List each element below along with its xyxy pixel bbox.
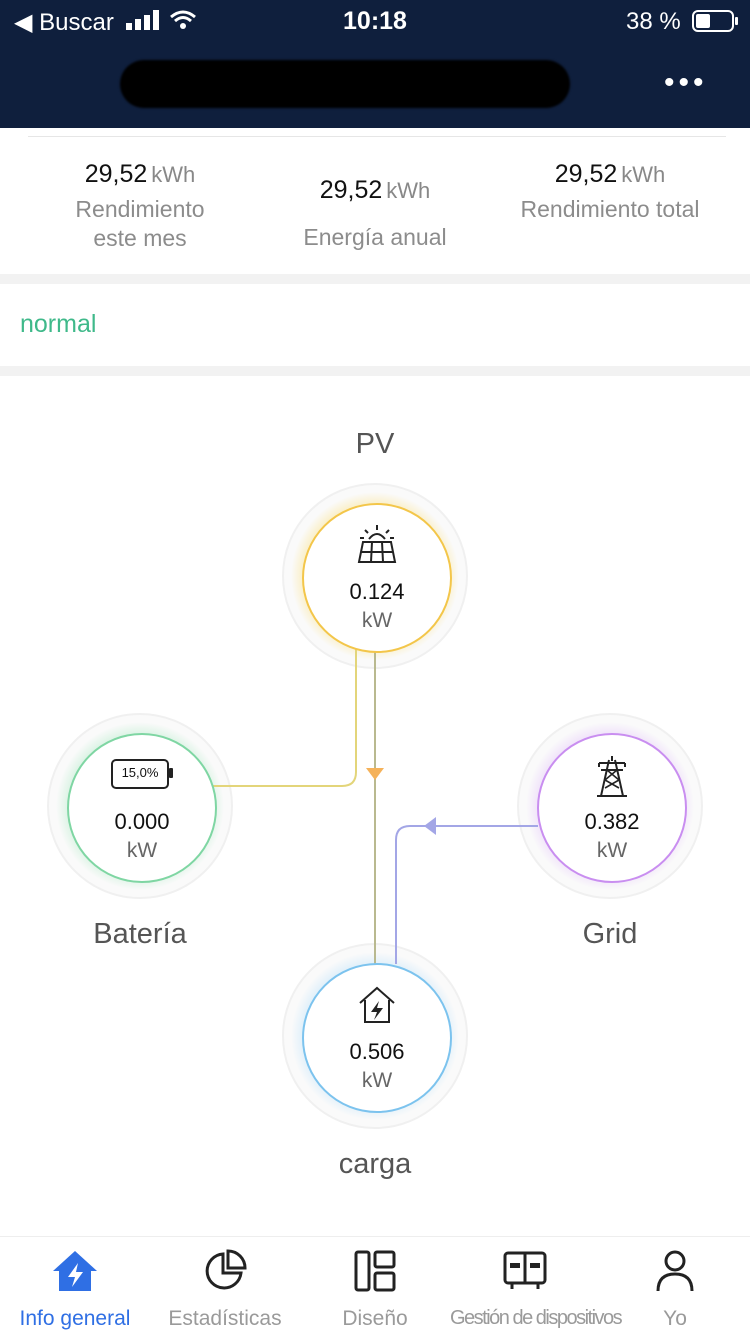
tab-label: Yo (663, 1307, 687, 1330)
pv-battery-line (212, 648, 357, 787)
pv-power-unit: kW (361, 609, 393, 632)
plant-status-row: normal (0, 284, 750, 366)
more-options-button[interactable]: ••• (664, 68, 714, 98)
section-gap (0, 366, 750, 376)
grid-node[interactable]: 0.382 kW (537, 733, 687, 883)
energy-summary: 29,52 kWh Rendimiento este mes 29,52 kWh E… (0, 128, 750, 274)
load-node[interactable]: 0.506 kW (302, 963, 452, 1113)
home-bolt-icon (53, 1251, 97, 1291)
battery-percent: 38 % (626, 8, 681, 35)
tab-bar: Info general Estadísticas Diseño Gestión… (0, 1236, 750, 1335)
stat-label: Rendimiento este mes (20, 195, 260, 253)
stat-month-yield: 29,52 kWh Rendimiento este mes (20, 160, 260, 253)
stat-label: Energía anual (255, 223, 495, 252)
tab-label: Diseño (342, 1307, 408, 1330)
status-bar: ◀ Buscar 10:18 38 % (0, 0, 750, 40)
stat-label-line: Energía anual (303, 224, 447, 250)
house-icon (359, 986, 395, 1023)
pv-power-value: 0.124 (349, 579, 405, 604)
tab-info-general[interactable]: Info general (0, 1237, 150, 1335)
stat-label-line: Rendimiento total (520, 196, 700, 222)
device-icon (503, 1251, 547, 1289)
energy-flow-diagram: PV 0.124 kW 15,0% 0.000 kW Batería 0.382… (0, 376, 750, 1236)
battery-label: Batería (93, 918, 187, 950)
battery-status-icon (692, 10, 738, 32)
section-gap (0, 274, 750, 284)
stat-label-line: Rendimiento (75, 196, 205, 222)
battery-tip (169, 768, 173, 778)
battery-soc: 15,0% (121, 765, 159, 780)
tab-yo[interactable]: Yo (600, 1237, 750, 1335)
layout-icon (354, 1250, 396, 1292)
tab-estadisticas[interactable]: Estadísticas (150, 1237, 300, 1335)
redacted-plant-name (120, 60, 570, 108)
solar-panel-icon (357, 525, 397, 563)
stat-value: 29,52 (84, 160, 148, 188)
divider (28, 136, 726, 137)
stat-total-yield: 29,52 kWh Rendimiento total (480, 160, 740, 224)
grid-power-unit: kW (596, 839, 628, 862)
stat-label-line: este mes (93, 225, 187, 251)
power-tower-icon (597, 756, 627, 797)
battery-power-unit: kW (126, 839, 158, 862)
battery-node[interactable]: 15,0% 0.000 kW (67, 733, 217, 883)
stat-unit: kWh (621, 162, 666, 187)
battery-power-value: 0.000 (114, 809, 170, 834)
grid-power-value: 0.382 (584, 809, 640, 834)
stat-annual-energy: 29,52 kWh Energía anual (255, 176, 495, 252)
tab-label: Estadísticas (168, 1307, 282, 1330)
stat-unit: kWh (151, 162, 196, 187)
stat-unit: kWh (386, 178, 431, 203)
grid-to-load-arrow (424, 817, 436, 835)
pv-to-load-arrow (366, 768, 384, 780)
load-power-value: 0.506 (349, 1039, 405, 1064)
tab-label: Info general (19, 1307, 131, 1330)
load-power-unit: kW (361, 1069, 393, 1092)
pv-label: PV (355, 428, 395, 460)
plant-status: normal (20, 310, 97, 338)
tab-label: Gestión de dispositivos (450, 1307, 623, 1329)
nav-bar: ••• (0, 40, 750, 128)
battery-icon: 15,0% (111, 759, 173, 789)
load-label: carga (338, 1148, 412, 1180)
pie-chart-icon (205, 1249, 247, 1290)
stat-value: 29,52 (554, 160, 618, 188)
tab-diseno[interactable]: Diseño (300, 1237, 450, 1335)
tab-gestion-dispositivos[interactable]: Gestión de dispositivos (450, 1237, 623, 1335)
stat-value: 29,52 (319, 176, 383, 204)
pv-node[interactable]: 0.124 kW (302, 503, 452, 653)
grid-label: Grid (582, 918, 638, 950)
stat-label: Rendimiento total (480, 195, 740, 224)
person-icon (656, 1250, 694, 1292)
